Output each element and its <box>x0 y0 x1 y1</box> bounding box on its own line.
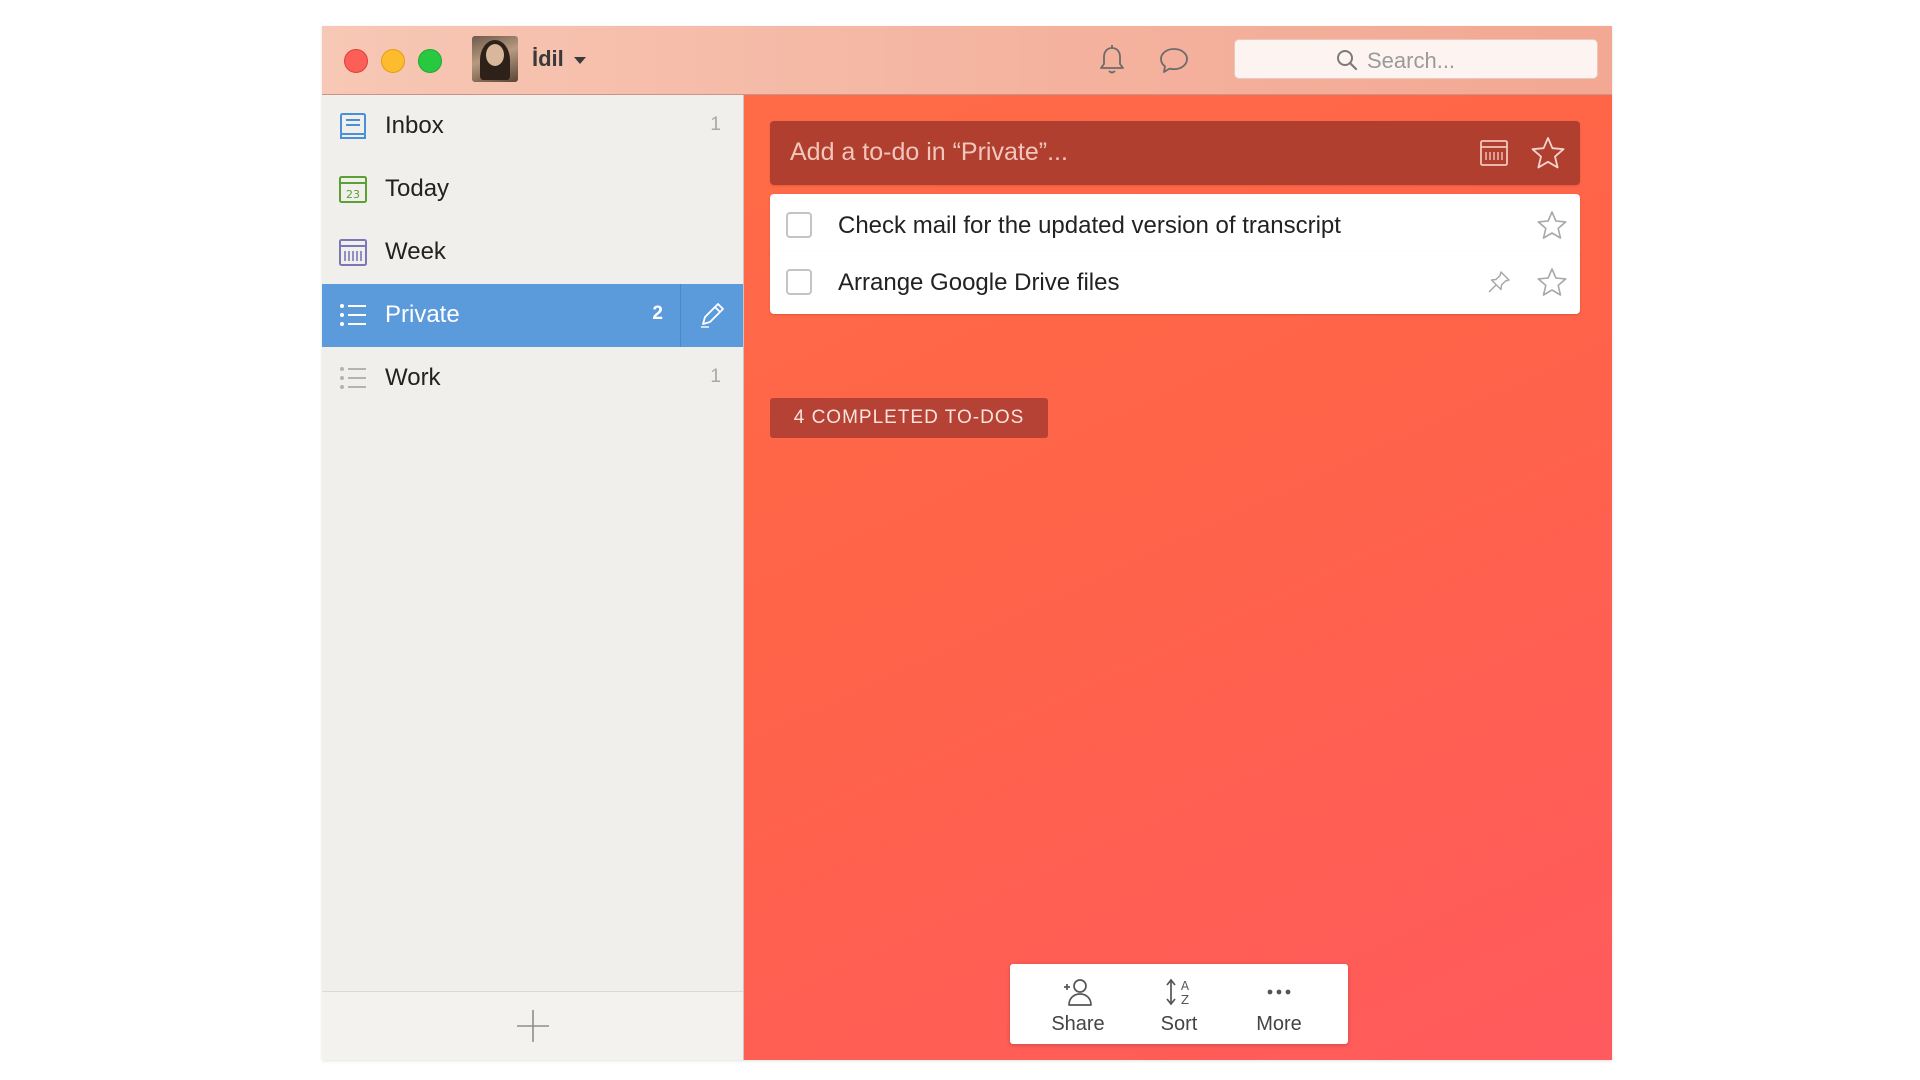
sidebar-item-label: Private <box>385 301 460 328</box>
sort-label: Sort <box>1160 1013 1198 1035</box>
search-icon <box>1337 50 1358 71</box>
more-dots-icon <box>1267 989 1291 995</box>
pencil-icon <box>701 303 724 328</box>
task-list-panel: Add a to-do in “Private”... Check mail f… <box>744 95 1612 1060</box>
sidebar-footer <box>322 991 743 1060</box>
add-todo-input[interactable]: Add a to-do in “Private”... <box>770 121 1580 185</box>
sidebar-item-label: Week <box>385 238 446 265</box>
sidebar-item-today[interactable]: 23 Today <box>322 158 743 221</box>
sidebar-item-private[interactable]: Private 2 <box>322 284 743 347</box>
sidebar-item-week[interactable]: Week <box>322 221 743 284</box>
task-title: Arrange Google Drive files <box>838 269 1120 296</box>
sort-button[interactable]: A Z Sort <box>1129 964 1229 1044</box>
conversations-icon[interactable] <box>1156 42 1192 78</box>
svg-text:A: A <box>1181 979 1190 993</box>
share-button[interactable]: Share <box>1028 964 1128 1044</box>
avatar[interactable] <box>472 36 518 82</box>
sidebar-item-label: Inbox <box>385 112 444 139</box>
more-button[interactable]: More <box>1229 964 1329 1044</box>
add-todo-placeholder: Add a to-do in “Private”... <box>790 138 1068 166</box>
task-checkbox[interactable] <box>786 269 812 295</box>
sort-az-icon: A Z <box>1166 978 1190 1007</box>
close-window-button[interactable] <box>344 49 368 73</box>
more-label: More <box>1256 1013 1302 1035</box>
share-label: Share <box>1051 1013 1105 1035</box>
calendar-today-icon: 23 <box>339 176 367 203</box>
minimize-window-button[interactable] <box>381 49 405 73</box>
task-checkbox[interactable] <box>786 212 812 238</box>
inbox-icon <box>340 113 366 139</box>
sidebar-item-count: 2 <box>652 303 663 324</box>
search-input[interactable]: Search... <box>1234 39 1598 79</box>
star-icon[interactable] <box>1536 209 1568 241</box>
list-icon <box>340 304 366 326</box>
sidebar-item-inbox[interactable]: Inbox 1 <box>322 95 743 158</box>
sidebar-item-work[interactable]: Work 1 <box>322 347 743 410</box>
star-icon[interactable] <box>1536 266 1568 298</box>
account-name[interactable]: İdil <box>532 46 564 72</box>
search-placeholder: Search... <box>1367 48 1456 73</box>
task-item[interactable]: Check mail for the updated version of tr… <box>770 194 1580 257</box>
star-icon[interactable] <box>1530 135 1566 171</box>
show-completed-button[interactable]: 4 COMPLETED TO-DOS <box>770 398 1048 438</box>
sidebar-item-label: Work <box>385 364 441 391</box>
sidebar-item-count: 1 <box>710 114 721 135</box>
svg-text:Z: Z <box>1181 993 1189 1007</box>
pin-icon[interactable] <box>1486 269 1512 295</box>
notifications-bell-icon[interactable] <box>1094 42 1130 78</box>
due-date-calendar-icon[interactable] <box>1478 137 1510 169</box>
add-list-button[interactable] <box>515 1008 551 1044</box>
sidebar: Inbox 1 23 Today Week Private 2 Work 1 <box>322 95 744 1060</box>
app-window: İdil Search... Inbox 1 23 Today Week Pri… <box>322 26 1612 1060</box>
calendar-week-icon <box>339 239 367 266</box>
edit-list-button[interactable] <box>680 284 743 347</box>
task-item[interactable]: Arrange Google Drive files <box>770 251 1580 314</box>
bottom-toolbar: Share A Z Sort More <box>1010 964 1348 1044</box>
sidebar-item-label: Today <box>385 175 450 202</box>
list-icon <box>340 367 366 389</box>
calendar-day-number: 23 <box>346 188 360 201</box>
account-dropdown-icon[interactable] <box>574 57 586 64</box>
titlebar: İdil Search... <box>322 26 1612 95</box>
task-title: Check mail for the updated version of tr… <box>838 212 1341 239</box>
sidebar-item-count: 1 <box>710 366 721 387</box>
zoom-window-button[interactable] <box>418 49 442 73</box>
share-person-icon <box>1064 979 1092 1006</box>
